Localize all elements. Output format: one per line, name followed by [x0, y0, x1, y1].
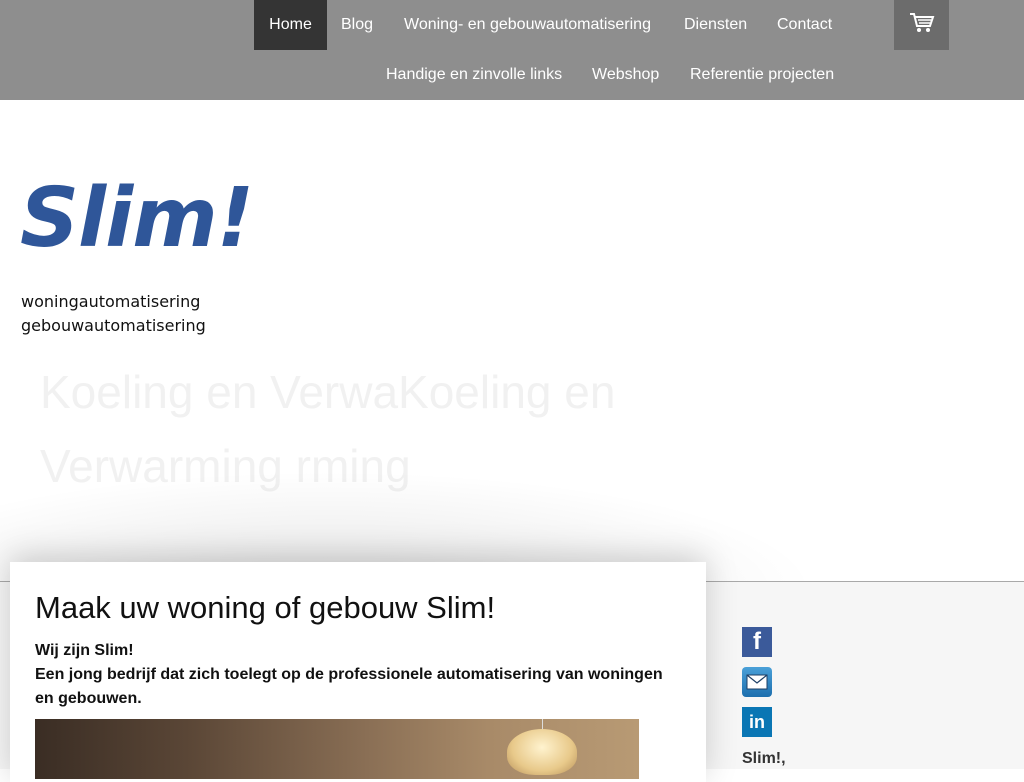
- page-title: Maak uw woning of gebouw Slim!: [35, 590, 496, 625]
- hero-line-1: Koeling en VerwaKoeling en: [40, 366, 616, 418]
- nav-item-referentie-projecten[interactable]: Referentie projecten: [676, 50, 848, 100]
- mail-icon[interactable]: [742, 667, 772, 697]
- nav-item-woning-gebouwautomatisering[interactable]: Woning- en gebouwautomatisering: [390, 0, 665, 50]
- tagline-gebouwautomatisering: gebouwautomatisering: [21, 316, 206, 335]
- cart-button[interactable]: [894, 0, 949, 50]
- site-logo[interactable]: Slim!: [20, 178, 254, 260]
- sidebar-text: Slim!,: [742, 750, 786, 767]
- top-navigation: Home Blog Woning- en gebouwautomatiserin…: [0, 0, 1024, 100]
- intro-line-1: Wij zijn Slim!: [35, 642, 134, 659]
- linkedin-icon[interactable]: in: [742, 707, 772, 737]
- nav-item-blog[interactable]: Blog: [327, 0, 387, 50]
- nav-item-contact[interactable]: Contact: [763, 0, 846, 50]
- intro-text: Wij zijn Slim! Een jong bedrijf dat zich…: [35, 639, 675, 711]
- shopping-cart-icon: [909, 12, 935, 39]
- facebook-icon[interactable]: f: [742, 627, 772, 657]
- intro-line-2: Een jong bedrijf dat zich toelegt op de …: [35, 666, 663, 707]
- nav-item-home[interactable]: Home: [254, 0, 327, 50]
- main-content-card: Maak uw woning of gebouw Slim! Wij zijn …: [10, 562, 706, 782]
- tagline-woningautomatisering: woningautomatisering: [21, 292, 201, 311]
- nav-item-webshop[interactable]: Webshop: [578, 50, 673, 100]
- interior-photo: [35, 719, 639, 779]
- pendant-lamp: [507, 729, 577, 775]
- nav-item-handige-links[interactable]: Handige en zinvolle links: [372, 50, 576, 100]
- nav-item-diensten[interactable]: Diensten: [670, 0, 761, 50]
